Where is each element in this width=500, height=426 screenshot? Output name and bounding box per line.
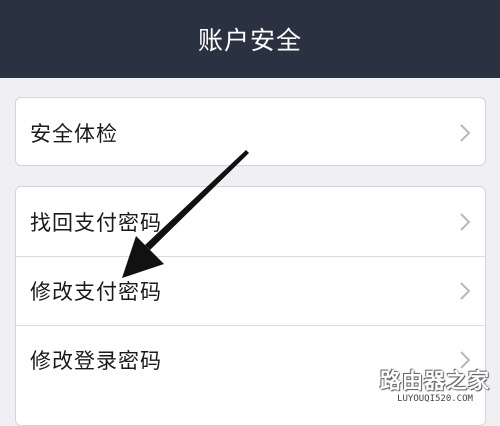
menu-item-label: 安全体检 bbox=[30, 121, 118, 146]
menu-item-security-check[interactable]: 安全体检 bbox=[16, 98, 485, 165]
nav-bar: 账户安全 bbox=[0, 0, 500, 78]
menu-item-label: 找回支付密码 bbox=[30, 210, 162, 235]
menu-item-change-pay-password[interactable]: 修改支付密码 bbox=[16, 256, 485, 325]
menu-item-label: 修改支付密码 bbox=[30, 280, 162, 304]
watermark-url: LUYOUQI520.COM bbox=[397, 394, 473, 404]
menu-item-label: 修改登录密码 bbox=[30, 349, 162, 373]
site-watermark: 路由器之家 LUYOUQI520.COM bbox=[376, 369, 494, 409]
page-title: 账户安全 bbox=[197, 26, 302, 55]
menu-item-recover-pay-password[interactable]: 找回支付密码 bbox=[16, 187, 485, 256]
chevron-right-icon bbox=[459, 212, 471, 232]
chevron-right-icon bbox=[459, 281, 471, 301]
chevron-right-icon bbox=[459, 123, 471, 143]
watermark-logo-text: 路由器之家 bbox=[380, 369, 490, 393]
settings-group-check: 安全体检 bbox=[15, 97, 486, 166]
chevron-right-icon bbox=[459, 350, 471, 370]
